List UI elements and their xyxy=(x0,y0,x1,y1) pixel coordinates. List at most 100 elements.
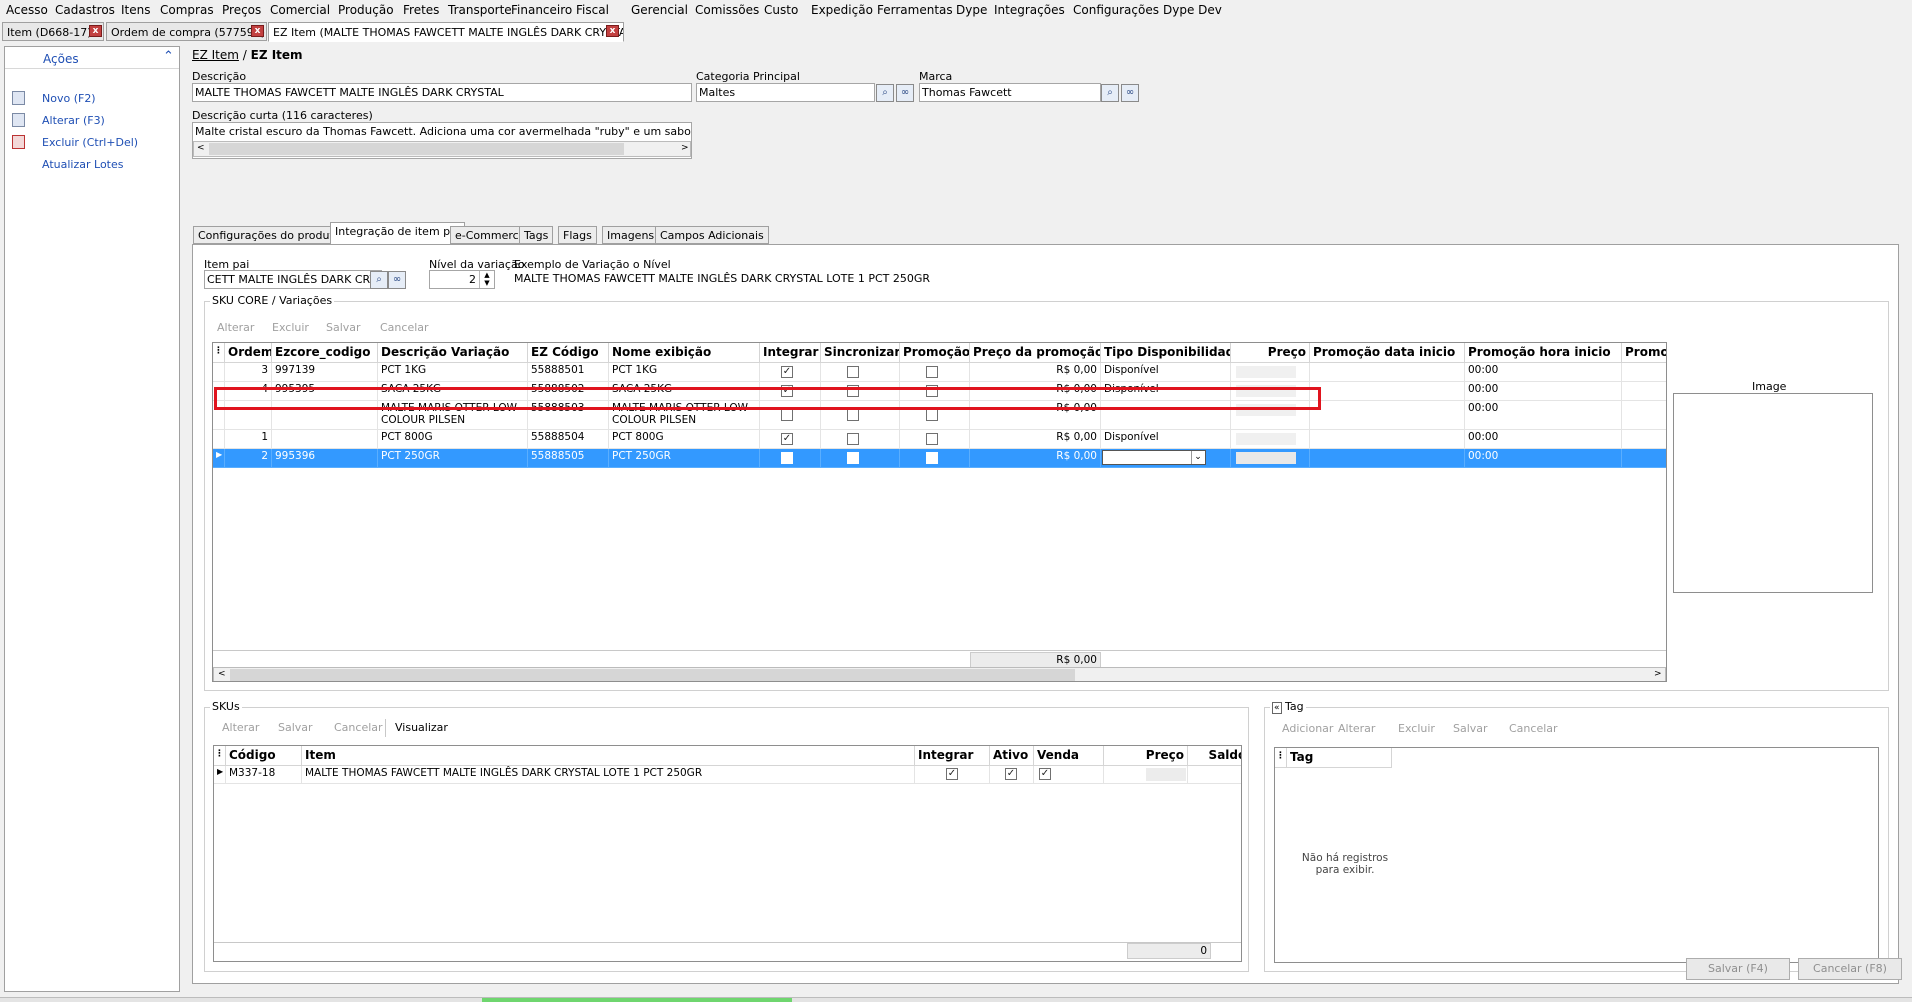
alterar-button[interactable]: Alterar xyxy=(217,321,254,334)
checkbox-unchecked[interactable] xyxy=(847,366,859,378)
desc-curta-field[interactable]: Malte cristal escuro da Thomas Fawcett. … xyxy=(192,122,692,159)
column-header[interactable]: Integrar xyxy=(915,746,990,766)
tab-flags[interactable]: Flags xyxy=(558,226,597,244)
grid-settings-icon[interactable]: ⋮ xyxy=(213,343,225,363)
binoculars-icon[interactable]: ∞ xyxy=(388,271,406,289)
alterar-button[interactable]: Alterar xyxy=(222,721,259,734)
alterar-button[interactable]: Alterar xyxy=(1338,722,1375,735)
checkbox-unchecked[interactable] xyxy=(781,452,793,464)
checkbox-unchecked[interactable] xyxy=(926,433,938,445)
menu-item[interactable]: Fretes xyxy=(403,3,439,17)
column-header[interactable]: Item xyxy=(302,746,915,766)
item-pai-field[interactable]: CETT MALTE INGLÊS DARK CRYSTAL xyxy=(204,270,382,289)
salvar-button[interactable]: Salvar xyxy=(278,721,313,734)
binoculars-icon[interactable]: ∞ xyxy=(1121,84,1139,102)
checkbox-checked[interactable]: ✓ xyxy=(781,433,793,445)
arrow-left-icon[interactable]: < xyxy=(197,143,205,153)
column-header[interactable]: Sincronizar xyxy=(821,343,900,363)
close-icon[interactable]: x xyxy=(89,25,102,37)
tab-imagens[interactable]: Imagens xyxy=(602,226,660,244)
menu-item[interactable]: Cadastros xyxy=(55,3,115,17)
visualizar-button[interactable]: Visualizar xyxy=(395,721,448,734)
actions-header[interactable]: Ações ⌃ xyxy=(5,47,179,69)
menu-item[interactable]: Ferramentas xyxy=(877,3,953,17)
menu-item[interactable]: Preços xyxy=(222,3,261,17)
column-header[interactable]: Nome exibição xyxy=(609,343,760,363)
spinner-arrows-icon[interactable]: ▲ ▼ xyxy=(479,271,494,288)
scroll-thumb[interactable] xyxy=(209,143,624,155)
close-icon[interactable]: x xyxy=(606,25,619,37)
checkbox-unchecked[interactable] xyxy=(847,409,859,421)
menu-item[interactable]: Gerencial xyxy=(631,3,688,17)
salvar-f4-button[interactable]: Salvar (F4) xyxy=(1686,958,1790,980)
grid-settings-icon[interactable]: ⋮ xyxy=(214,746,226,766)
column-header[interactable]: Saldo atual xyxy=(1188,746,1241,766)
arrow-right-icon[interactable]: > xyxy=(1654,669,1662,679)
checkbox-unchecked[interactable] xyxy=(847,452,859,464)
menu-item[interactable]: Compras xyxy=(160,3,214,17)
column-header[interactable]: EZ Código xyxy=(528,343,609,363)
tab-tags[interactable]: Tags xyxy=(519,226,554,244)
checkbox-checked[interactable]: ✓ xyxy=(946,768,958,780)
salvar-button[interactable]: Salvar xyxy=(326,321,361,334)
cancelar-button[interactable]: Cancelar xyxy=(334,721,383,734)
tab-integracao-item-pai[interactable]: Integração de item pai xyxy=(330,222,465,245)
tab-campos-adicionais[interactable]: Campos Adicionais xyxy=(655,226,769,244)
cancelar-button[interactable]: Cancelar xyxy=(1509,722,1558,735)
checkbox-checked[interactable]: ✓ xyxy=(1039,768,1051,780)
horizontal-scrollbar[interactable]: < > xyxy=(213,667,1666,681)
categoria-field[interactable]: Maltes xyxy=(696,83,875,102)
menu-item[interactable]: Dype xyxy=(956,3,987,17)
menu-item[interactable]: Configurações xyxy=(1073,3,1159,17)
grid-settings-icon[interactable]: ⋮ xyxy=(1275,748,1287,768)
breadcrumb-link[interactable]: EZ Item xyxy=(192,48,239,62)
search-icon[interactable]: ⌕ xyxy=(1101,84,1119,102)
collapse-icon[interactable]: « xyxy=(1272,702,1282,714)
salvar-button[interactable]: Salvar xyxy=(1453,722,1488,735)
search-icon[interactable]: ⌕ xyxy=(876,84,894,102)
column-header[interactable]: Tag xyxy=(1287,748,1392,768)
column-header[interactable]: Ezcore_codigo xyxy=(272,343,378,363)
column-header[interactable]: Descrição Variação xyxy=(378,343,528,363)
doc-tab-ordem-compra[interactable]: Ordem de compra (577592) xyxy=(106,22,267,41)
column-header[interactable]: Promo xyxy=(1622,343,1666,363)
column-header[interactable]: Integrar xyxy=(760,343,821,363)
column-header[interactable]: Promoção data inicio xyxy=(1310,343,1465,363)
column-header[interactable]: Ordem xyxy=(225,343,272,363)
checkbox-checked[interactable]: ✓ xyxy=(781,366,793,378)
menu-item[interactable]: Expedição xyxy=(811,3,873,17)
checkbox-unchecked[interactable] xyxy=(926,409,938,421)
menu-item[interactable]: Comercial xyxy=(270,3,330,17)
search-icon[interactable]: ⌕ xyxy=(370,271,388,289)
checkbox-unchecked[interactable] xyxy=(926,366,938,378)
column-header[interactable]: Promoção xyxy=(900,343,970,363)
menu-item[interactable]: Transporte xyxy=(448,3,512,17)
checkbox-unchecked[interactable] xyxy=(781,409,793,421)
descricao-field[interactable]: MALTE THOMAS FAWCETT MALTE INGLÊS DARK C… xyxy=(192,83,692,102)
menu-item[interactable]: Fiscal xyxy=(576,3,609,17)
menu-item[interactable]: Comissões xyxy=(695,3,759,17)
column-header[interactable]: Preço xyxy=(1231,343,1310,363)
menu-item[interactable]: Custo xyxy=(764,3,798,17)
tipo-dropdown[interactable]: ⌄ xyxy=(1102,450,1206,465)
cancelar-button[interactable]: Cancelar xyxy=(380,321,429,334)
adicionar-button[interactable]: Adicionar xyxy=(1282,722,1333,735)
checkbox-unchecked[interactable] xyxy=(926,452,938,464)
binoculars-icon[interactable]: ∞ xyxy=(896,84,914,102)
menu-item[interactable]: Produção xyxy=(338,3,394,17)
close-icon[interactable]: x xyxy=(251,25,264,37)
image-preview[interactable] xyxy=(1673,393,1873,593)
menu-item[interactable]: Financeiro xyxy=(511,3,572,17)
excluir-button[interactable]: Excluir xyxy=(1398,722,1435,735)
column-header[interactable]: Venda xyxy=(1034,746,1104,766)
doc-tab-ez-item[interactable]: EZ Item (MALTE THOMAS FAWCETT MALTE INGL… xyxy=(268,22,624,42)
checkbox-unchecked[interactable] xyxy=(847,433,859,445)
menu-item[interactable]: Dype Dev xyxy=(1163,3,1222,17)
horizontal-scrollbar[interactable]: < > xyxy=(193,141,691,157)
arrow-left-icon[interactable]: < xyxy=(218,669,226,679)
column-header[interactable]: Preço xyxy=(1104,746,1188,766)
column-header[interactable]: Ativo xyxy=(990,746,1034,766)
column-header[interactable]: Preço da promoção xyxy=(970,343,1101,363)
chevron-up-icon[interactable]: ⌃ xyxy=(163,49,174,64)
chevron-down-icon[interactable]: ⌄ xyxy=(1191,451,1204,464)
